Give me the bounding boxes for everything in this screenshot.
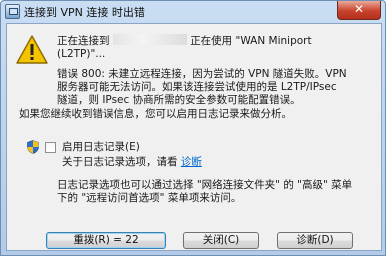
redacted-server-address — [112, 34, 187, 45]
error-line: 错误 800: 未建立远程连接，因为尝试的 VPN 隧道失败。VPN — [57, 68, 347, 80]
enable-logging-checkbox[interactable] — [45, 142, 56, 153]
diagnose-button[interactable]: 诊断(D) — [277, 232, 353, 249]
persist-note: 如果您继续收到错误信息，您可以启用日志记录来做分析。 — [19, 108, 292, 120]
close-button[interactable]: 关闭(C) — [183, 232, 259, 249]
error-description: 错误 800: 未建立远程连接，因为尝试的 VPN 隧道失败。VPN 服务器可能… — [57, 68, 347, 107]
warning-icon — [16, 35, 48, 64]
diagnose-link[interactable]: 诊断 — [181, 156, 202, 168]
network-connection-icon — [5, 4, 20, 19]
close-window-button[interactable]: ✕ — [337, 1, 381, 20]
connection-status-text: 正在连接到 正在使用 "WAN Miniport (L2TP)"... — [57, 34, 312, 61]
line1-prefix: 正在连接到 — [57, 35, 110, 47]
info-line: 下的 "远程访问首选项" 菜单项来访问。 — [57, 192, 242, 204]
logging-info-text: 日志记录选项也可以通过选择 "网络连接文件夹" 的 "高级" 菜单 下的 "远程… — [57, 179, 352, 205]
logging-about-text: 关于日志记录选项，请看 诊断 — [62, 156, 202, 169]
redial-button[interactable]: 重拨(R) = 22 — [46, 232, 166, 249]
info-line: 日志记录选项也可以通过选择 "网络连接文件夹" 的 "高级" 菜单 — [57, 179, 353, 191]
error-line: 服务器可能无法访问。如果该连接尝试使用的是 L2TP/IPsec — [57, 81, 337, 93]
line1-suffix: 正在使用 "WAN Miniport — [190, 35, 312, 47]
line2-text: (L2TP)"... — [57, 48, 106, 60]
dialog-body: 正在连接到 正在使用 "WAN Miniport (L2TP)"... 错误 8… — [6, 23, 382, 251]
window-title: 连接到 VPN 连接 时出错 — [24, 6, 145, 19]
about-prefix: 关于日志记录选项，请看 — [62, 156, 178, 168]
vpn-error-dialog: 连接到 VPN 连接 时出错 ✕ 正在连接到 正在使用 "WAN Minipor… — [0, 0, 386, 256]
uac-shield-icon — [27, 140, 39, 154]
error-line: 隧道，则 IPsec 协商所需的安全参数可能配置错误。 — [57, 94, 301, 106]
title-bar[interactable]: 连接到 VPN 连接 时出错 ✕ — [1, 1, 385, 22]
enable-logging-label[interactable]: 启用日志记录(E) — [62, 141, 140, 154]
